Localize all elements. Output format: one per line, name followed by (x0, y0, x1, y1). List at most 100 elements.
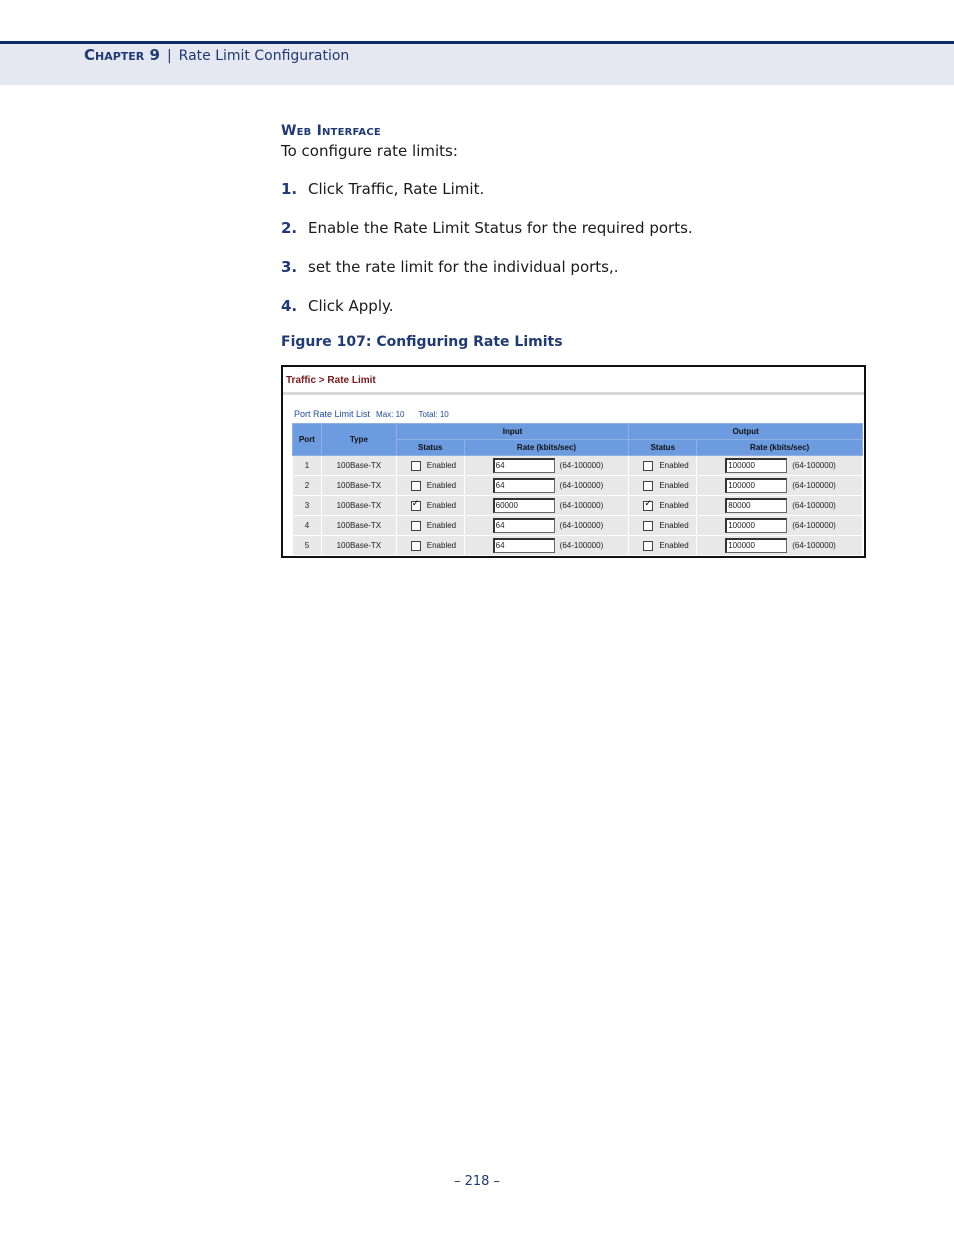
output-rate-field[interactable]: 100000 (725, 478, 788, 493)
output-status-cell: Enabled (628, 455, 698, 476)
header-separator: | (166, 48, 172, 64)
output-enabled-checkbox[interactable] (643, 480, 654, 491)
range-label: (64-100000) (792, 481, 836, 490)
input-rate-field[interactable]: 64 (492, 458, 555, 473)
input-enabled-checkbox[interactable] (410, 460, 421, 471)
enabled-label: Enabled (426, 480, 457, 490)
input-rate-cell: 64 (64-100000) (463, 535, 630, 556)
section-title: Web Interface (281, 123, 381, 139)
figure-breadcrumb: Traffic > Rate Limit (286, 375, 376, 386)
range-label: (64-100000) (559, 541, 604, 550)
col-header-type: Type (320, 423, 397, 456)
input-rate-field[interactable]: 64 (492, 478, 555, 493)
input-status-cell: Enabled (395, 535, 465, 556)
output-rate-field[interactable]: 100000 (725, 518, 788, 533)
enabled-label: Enabled (659, 460, 689, 470)
range-label: (64-100000) (792, 521, 836, 530)
port-cell: 1 (292, 455, 322, 476)
input-rate-cell: 64 (64-100000) (463, 475, 630, 496)
step-number: 3. (281, 258, 298, 276)
step-text: Click Apply. (308, 297, 394, 315)
type-cell: 100Base-TX (320, 475, 397, 496)
table-row: 3100Base-TX Enabled 60000 (64-100000) Enable… (292, 495, 863, 516)
type-cell: 100Base-TX (320, 515, 397, 536)
range-label: (64-100000) (792, 541, 836, 550)
range-label: (64-100000) (559, 461, 604, 470)
list-max: Max: 10 (376, 410, 405, 419)
input-rate-field[interactable]: 64 (492, 518, 555, 533)
range-label: (64-100000) (559, 501, 604, 510)
range-label: (64-100000) (559, 481, 604, 490)
port-cell: 5 (292, 535, 322, 556)
figure-caption: Figure 107: Configuring Rate Limits (281, 334, 563, 350)
output-status-cell: Enabled (628, 495, 698, 516)
input-rate-cell: 64 (64-100000) (463, 455, 630, 476)
port-cell: 2 (292, 475, 322, 496)
step-number: 2. (281, 219, 298, 237)
input-enabled-checkbox[interactable] (410, 520, 421, 531)
list-heading: Port Rate Limit List Max: 10 Total: 10 (294, 409, 449, 419)
output-rate-field[interactable]: 100000 (725, 458, 788, 473)
range-label: (64-100000) (792, 461, 836, 470)
type-cell: 100Base-TX (320, 495, 397, 516)
input-rate-field[interactable]: 64 (492, 538, 555, 553)
enabled-label: Enabled (426, 520, 457, 530)
step-item: 2. Enable the Rate Limit Status for the r… (281, 219, 693, 237)
col-header-input: Input (395, 423, 630, 440)
page-number: – 218 – (453, 1174, 501, 1189)
step-text: Click Traffic, Rate Limit. (308, 180, 485, 198)
chapter-section-title: Rate Limit Configuration (178, 48, 350, 64)
output-status-cell: Enabled (628, 535, 698, 556)
input-rate-cell: 64 (64-100000) (463, 515, 630, 536)
rate-limit-table: Port Type Input Output Status Rate (kbit… (292, 423, 863, 556)
col-header-input-status: Status (395, 439, 465, 456)
chapter-label: Chapter 9 (84, 46, 160, 64)
col-header-output-status: Status (628, 439, 698, 456)
output-status-cell: Enabled (628, 475, 698, 496)
figure-screenshot: Traffic > Rate Limit Port Rate Limit Lis… (281, 365, 866, 558)
output-rate-cell: 100000 (64-100000) (696, 535, 863, 556)
list-title: Port Rate Limit List (294, 409, 371, 419)
col-header-output-rate: Rate (kbits/sec) (696, 439, 863, 456)
output-enabled-checkbox[interactable] (643, 540, 654, 551)
input-enabled-checkbox[interactable] (410, 498, 421, 511)
enabled-label: Enabled (659, 520, 689, 530)
input-enabled-checkbox[interactable] (410, 540, 421, 551)
input-status-cell: Enabled (395, 515, 465, 536)
output-enabled-checkbox[interactable] (643, 498, 654, 511)
input-status-cell: Enabled (395, 495, 465, 516)
col-header-input-rate: Rate (kbits/sec) (463, 439, 630, 456)
output-status-cell: Enabled (628, 515, 698, 536)
output-rate-field[interactable]: 100000 (725, 538, 788, 553)
list-total: Total: 10 (418, 410, 449, 419)
enabled-label: Enabled (659, 480, 689, 490)
enabled-label: Enabled (659, 540, 689, 550)
output-rate-cell: 100000 (64-100000) (696, 455, 863, 476)
range-label: (64-100000) (792, 501, 836, 510)
type-cell: 100Base-TX (320, 455, 397, 476)
input-status-cell: Enabled (395, 475, 465, 496)
input-rate-cell: 60000 (64-100000) (463, 495, 630, 516)
table-row: 4 100Base-TX Enabled 64 (64-100000) Enabled 10… (292, 515, 863, 536)
step-item: 3. set the rate limit for the individual … (281, 258, 619, 276)
step-item: 1. Click Traffic, Rate Limit. (281, 180, 484, 198)
table-row: 2 100Base-TX Enabled 64 (64-100000) Enabled 10… (292, 475, 863, 496)
range-label: (64-100000) (559, 521, 604, 530)
intro-text: To configure rate limits: (281, 142, 458, 160)
enabled-label: Enabled (426, 460, 457, 470)
input-rate-field[interactable]: 60000 (492, 498, 555, 513)
output-rate-cell: 100000 (64-100000) (696, 475, 863, 496)
port-cell: 4 (292, 515, 322, 536)
step-number: 4. (281, 297, 298, 315)
output-enabled-checkbox[interactable] (643, 460, 654, 471)
table-row: 5 100Base-TX Enabled 64 (64-100000) Enabled 10… (292, 535, 863, 556)
col-header-port: Port (292, 423, 322, 456)
step-item: 4. Click Apply. (281, 297, 394, 315)
output-enabled-checkbox[interactable] (643, 520, 654, 531)
input-enabled-checkbox[interactable] (410, 480, 421, 491)
enabled-label: Enabled (426, 540, 457, 550)
type-cell: 100Base-TX (320, 535, 397, 556)
output-rate-field[interactable]: 80000 (725, 498, 788, 513)
input-status-cell: Enabled (395, 455, 465, 476)
step-text: Enable the Rate Limit Status for the req… (308, 219, 693, 237)
